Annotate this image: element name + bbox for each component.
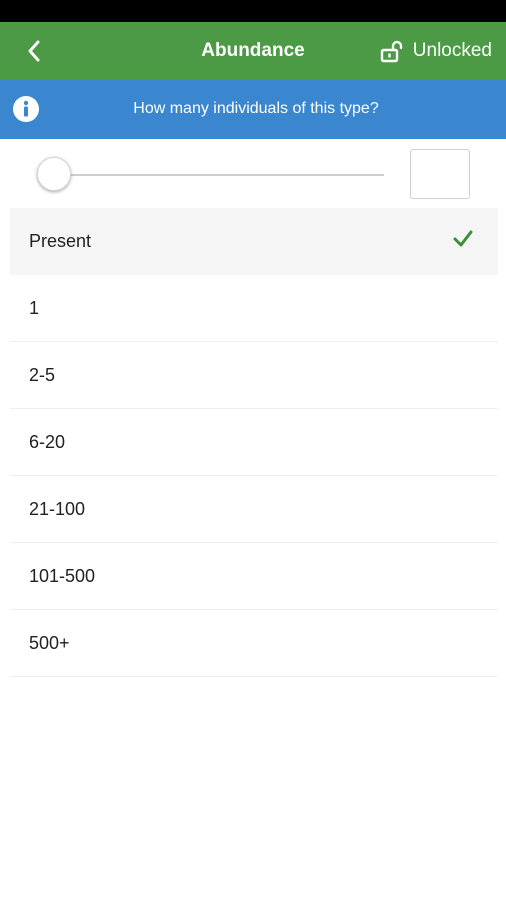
option-label: 21-100 (29, 499, 86, 519)
option-label: Present (29, 231, 92, 251)
option-label: 101-500 (29, 566, 96, 586)
checkmark-icon (453, 230, 473, 247)
abundance-screen: Abundance Unlocked How many individuals … (0, 0, 506, 900)
unlocked-padlock-icon (380, 40, 402, 63)
lock-label: Unlocked (412, 40, 492, 61)
option-item[interactable]: 21-100 (10, 476, 498, 543)
back-button[interactable] (18, 36, 50, 66)
option-item[interactable]: 1 (10, 275, 498, 342)
status-bar (0, 0, 506, 22)
abundance-options-list: Present 1 2-5 6-20 21-100 101-500 500+ (10, 208, 498, 677)
option-item[interactable]: Present (10, 208, 498, 275)
abundance-value-input[interactable] (410, 149, 470, 199)
option-item[interactable]: 500+ (10, 610, 498, 677)
slider-thumb[interactable] (37, 157, 71, 191)
option-label: 2-5 (29, 365, 56, 385)
chevron-left-icon (28, 40, 40, 62)
option-label: 500+ (29, 633, 70, 653)
info-banner: How many individuals of this type? (0, 79, 506, 139)
app-header: Abundance Unlocked (0, 22, 506, 79)
option-item[interactable]: 2-5 (10, 342, 498, 409)
lock-toggle-button[interactable]: Unlocked (380, 36, 492, 66)
option-item[interactable]: 6-20 (10, 409, 498, 476)
option-label: 6-20 (29, 432, 66, 452)
slider-row (0, 139, 506, 209)
slider-track[interactable] (54, 174, 384, 176)
option-label: 1 (29, 298, 40, 318)
info-text: How many individuals of this type? (133, 100, 379, 117)
option-item[interactable]: 101-500 (10, 543, 498, 610)
